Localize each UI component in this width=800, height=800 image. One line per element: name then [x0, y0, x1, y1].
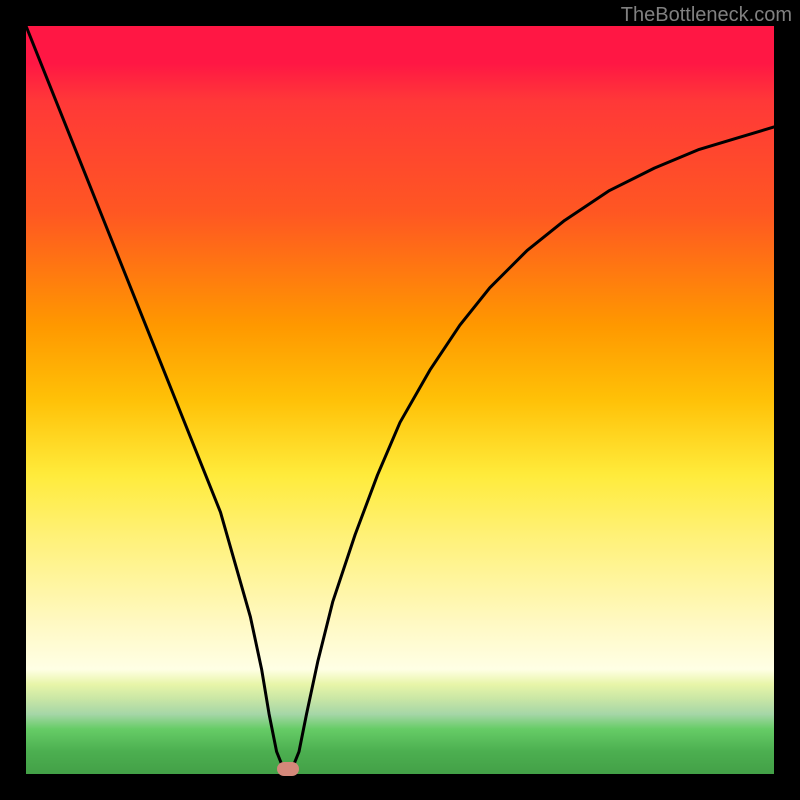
chart-area: [26, 26, 774, 774]
watermark-text: TheBottleneck.com: [621, 4, 792, 27]
optimal-point-marker: [277, 762, 299, 776]
bottleneck-curve: [26, 26, 774, 774]
